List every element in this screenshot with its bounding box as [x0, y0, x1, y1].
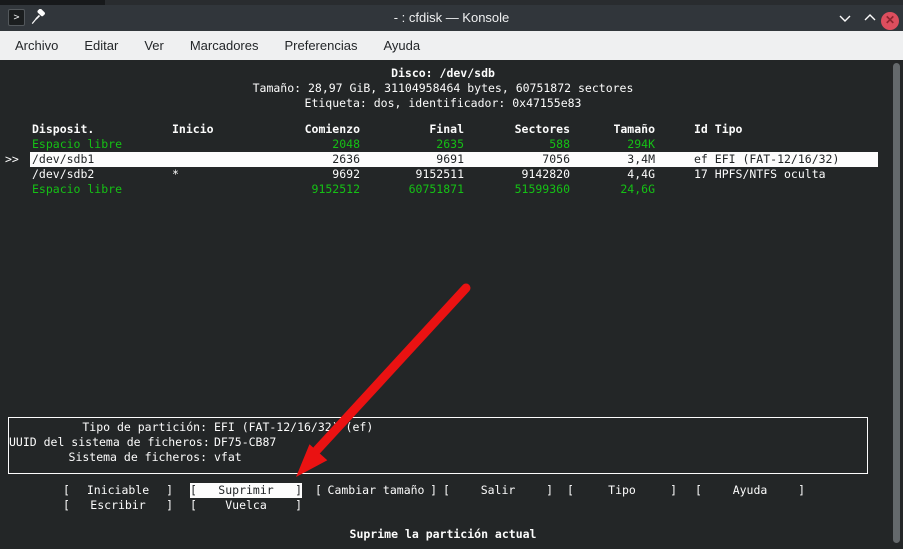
disk-title: Disco: /dev/sdb [0, 66, 886, 81]
cell-size: 4,4G [575, 167, 655, 182]
table-row[interactable]: /dev/sdb2 * 9692 91525119142820 4,4G 17 HPFS/… [0, 167, 886, 182]
background-window-text: Modo de edición [620, 0, 714, 3]
button-ayuda[interactable]: [Ayuda] [695, 483, 805, 498]
info-line: Tipo de partición: EFI (FAT-12/16/32) (ef… [9, 420, 867, 435]
cell-end: 9691 [364, 152, 464, 167]
bracket: [ [63, 483, 70, 498]
table-row[interactable]: >> /dev/sdb1 2636 96917056 3,4M ef EFI (FAT-1… [0, 152, 886, 167]
menubar: ArchivoEditarVerMarcadoresPreferenciasAy… [0, 31, 903, 60]
terminal[interactable]: Disco: /dev/sdb Tamaño: 28,97 GiB, 31104… [0, 60, 903, 549]
cell-idtype: ef EFI (FAT-12/16/32) [694, 152, 839, 167]
bracket: ] [295, 498, 302, 513]
menu-editar[interactable]: Editar [71, 31, 131, 60]
cell-start: 9152512 [260, 182, 360, 197]
cell-sectors: 588 [460, 137, 570, 152]
bracket: ] [670, 483, 677, 498]
cell-device: /dev/sdb1 [32, 152, 94, 167]
pin-icon[interactable] [30, 9, 47, 26]
cell-sectors: 51599360 [460, 182, 570, 197]
button-label: Cambiar tamaño [322, 483, 430, 498]
bracket: ] [166, 498, 173, 513]
partition-table-header: Disposit. Inicio Comienzo Final Sectores… [0, 122, 886, 137]
button-label: Tipo [574, 483, 670, 498]
button-label: Vuelca [197, 498, 295, 513]
close-button[interactable]: ✕ [881, 12, 899, 30]
button-label: Iniciable [70, 483, 166, 498]
button-label: Escribir [70, 498, 166, 513]
bracket: [ [443, 483, 450, 498]
cell-sectors: 9142820 [460, 167, 570, 182]
info-line: UUID del sistema de ficheros: DF75-CB87 [9, 435, 867, 450]
info-label: Tipo de partición: [9, 420, 207, 435]
bracket: ] [295, 483, 302, 498]
bracket: [ [190, 483, 197, 498]
button-iniciable[interactable]: [Iniciable] [63, 483, 173, 498]
cell-size: 3,4M [575, 152, 655, 167]
button-salir[interactable]: [Salir] [443, 483, 553, 498]
button-label: Suprimir [197, 483, 295, 498]
bracket: [ [315, 483, 322, 498]
cell-start: 2048 [260, 137, 360, 152]
menu-ver[interactable]: Ver [131, 31, 177, 60]
scrollbar[interactable] [893, 63, 900, 543]
cell-idtype: 17 HPFS/NTFS oculta [694, 167, 826, 182]
konsole-icon[interactable]: > [8, 9, 25, 26]
info-label: Sistema de ficheros: [9, 450, 207, 465]
table-row[interactable]: Espacio libre 9152512 6075187151599360 24,6… [0, 182, 886, 197]
status-line: Suprime la partición actual [0, 527, 886, 542]
partition-info-box: Tipo de partición: EFI (FAT-12/16/32) (ef… [8, 417, 868, 474]
button-vuelca[interactable]: [Vuelca] [190, 498, 302, 513]
screen: Modo de edición - : cfdisk — Konsole > ✕… [0, 0, 903, 549]
bracket: [ [63, 498, 70, 513]
cell-start: 9692 [260, 167, 360, 182]
cell-end: 2635 [364, 137, 464, 152]
bracket: ] [166, 483, 173, 498]
info-value: vfat [214, 450, 242, 465]
minimize-button[interactable] [837, 10, 853, 26]
bracket: [ [190, 498, 197, 513]
bracket: [ [567, 483, 574, 498]
bracket: [ [695, 483, 702, 498]
info-label: UUID del sistema de ficheros: [9, 435, 207, 450]
titlebar[interactable]: - : cfdisk — Konsole > ✕ [0, 5, 903, 31]
cell-boot: * [172, 167, 179, 182]
button-label: Ayuda [702, 483, 798, 498]
bracket: ] [546, 483, 553, 498]
cell-start: 2636 [260, 152, 360, 167]
cell-sectors: 7056 [460, 152, 570, 167]
window-title: - : cfdisk — Konsole [0, 5, 903, 31]
cell-device: Espacio libre [32, 137, 122, 152]
button-label: Salir [450, 483, 546, 498]
maximize-button[interactable] [862, 10, 878, 26]
disk-label: Etiqueta: dos, identificador: 0x47155e83 [0, 96, 886, 111]
bracket: ] [430, 483, 437, 498]
menu-preferencias[interactable]: Preferencias [271, 31, 370, 60]
info-value: DF75-CB87 [214, 435, 276, 450]
bracket: ] [798, 483, 805, 498]
menu-archivo[interactable]: Archivo [2, 31, 71, 60]
cell-size: 24,6G [575, 182, 655, 197]
cell-end: 60751871 [364, 182, 464, 197]
menu-ayuda[interactable]: Ayuda [370, 31, 433, 60]
button-tipo[interactable]: [Tipo] [567, 483, 677, 498]
button-cambiar-tamaño[interactable]: [Cambiar tamaño] [315, 483, 437, 498]
info-line: Sistema de ficheros: vfat [9, 450, 867, 465]
selection-pointer: >> [5, 152, 19, 167]
button-escribir[interactable]: [Escribir] [63, 498, 173, 513]
cell-end: 9152511 [364, 167, 464, 182]
button-suprimir[interactable]: [Suprimir] [190, 483, 302, 498]
cell-device: Espacio libre [32, 182, 122, 197]
cell-size: 294K [575, 137, 655, 152]
disk-size: Tamaño: 28,97 GiB, 31104958464 bytes, 60… [0, 81, 886, 96]
cell-device: /dev/sdb2 [32, 167, 94, 182]
info-value: EFI (FAT-12/16/32) (ef) [214, 420, 373, 435]
menu-marcadores[interactable]: Marcadores [177, 31, 272, 60]
table-row[interactable]: Espacio libre 2048 2635588 294K [0, 137, 886, 152]
